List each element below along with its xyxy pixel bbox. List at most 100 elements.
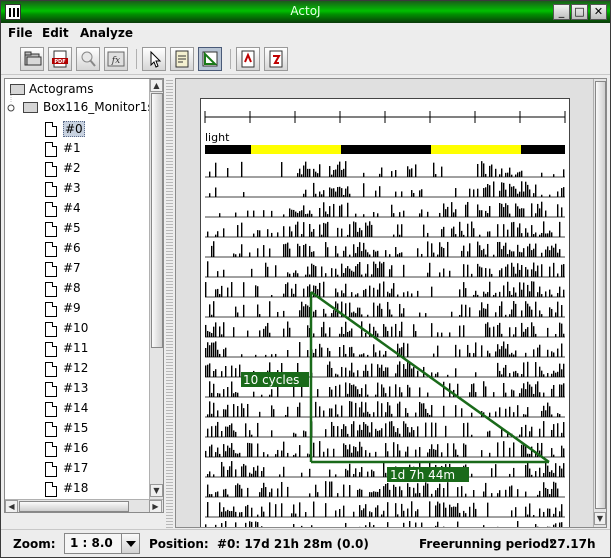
zoom-button[interactable] bbox=[76, 47, 100, 71]
tree-item-label: #10 bbox=[63, 321, 89, 335]
zoom-select[interactable]: 1 : 8.0 bbox=[64, 533, 140, 554]
activity-bar bbox=[253, 210, 255, 217]
activity-bar bbox=[267, 229, 269, 237]
menu-file[interactable]: File bbox=[8, 26, 33, 40]
minimize-button[interactable]: _ bbox=[553, 4, 570, 20]
activity-bar bbox=[441, 229, 443, 237]
activity-bar bbox=[277, 311, 279, 317]
activity-bar bbox=[367, 370, 369, 377]
activity-bar bbox=[403, 264, 405, 277]
chevron-down-icon[interactable] bbox=[121, 534, 139, 553]
activity-bar bbox=[443, 226, 445, 237]
panel-splitter[interactable] bbox=[166, 78, 173, 528]
measure-icon bbox=[202, 51, 218, 67]
activity-bar bbox=[313, 182, 315, 197]
activity-bar bbox=[517, 172, 519, 177]
activity-bar bbox=[435, 525, 437, 527]
activity-bar bbox=[363, 290, 365, 297]
activity-bar bbox=[511, 294, 513, 297]
activity-bar bbox=[505, 489, 507, 497]
activity-bar bbox=[463, 264, 465, 277]
activity-bar bbox=[271, 294, 273, 297]
activity-bar bbox=[451, 228, 453, 237]
report-button[interactable] bbox=[264, 47, 288, 71]
activity-bar bbox=[315, 171, 317, 177]
activity-bar bbox=[355, 266, 357, 277]
scroll-left-icon[interactable]: ◀ bbox=[5, 500, 18, 512]
tree-hscroll-thumb[interactable] bbox=[19, 501, 129, 512]
activity-bar bbox=[399, 361, 401, 377]
activity-bar bbox=[355, 294, 357, 297]
title-bar[interactable]: ActoJ _ □ ✕ bbox=[1, 1, 610, 23]
document-icon bbox=[45, 302, 57, 317]
document-tool-button[interactable] bbox=[170, 47, 194, 71]
activity-bar bbox=[387, 291, 389, 297]
activity-bar bbox=[349, 401, 351, 417]
activity-bar bbox=[359, 424, 361, 437]
tree-vertical-scrollbar[interactable]: ▲ ▼ bbox=[149, 79, 163, 499]
tree-scroll-thumb[interactable] bbox=[151, 93, 163, 348]
activity-bar bbox=[321, 194, 323, 197]
activity-bar bbox=[293, 272, 295, 277]
scroll-down-icon[interactable]: ▼ bbox=[150, 484, 163, 497]
activity-bar bbox=[415, 164, 417, 177]
activity-bar bbox=[455, 506, 457, 517]
activity-bar bbox=[377, 268, 379, 277]
activity-bar bbox=[485, 173, 487, 177]
activity-bar bbox=[485, 386, 487, 397]
tree-item-label: #6 bbox=[63, 241, 81, 255]
activity-bar bbox=[231, 282, 233, 297]
activity-bar bbox=[359, 242, 361, 257]
close-button[interactable]: ✕ bbox=[590, 4, 607, 20]
activity-bar bbox=[555, 312, 557, 317]
activity-bar bbox=[231, 423, 233, 437]
activity-bar bbox=[489, 452, 491, 457]
activity-bar bbox=[491, 273, 493, 277]
activity-bar bbox=[561, 432, 563, 437]
activity-bar bbox=[529, 243, 531, 257]
activity-bar bbox=[333, 203, 335, 217]
scroll-right-icon[interactable]: ▶ bbox=[149, 500, 162, 512]
canvas-vertical-scrollbar[interactable]: ▼ bbox=[593, 79, 606, 527]
actogram-paper[interactable]: light 10 cycles 1d 7h 44m bbox=[200, 98, 571, 528]
function-button[interactable]: fx bbox=[104, 47, 128, 71]
activity-bar bbox=[243, 304, 245, 317]
canvas-scroll-thumb[interactable] bbox=[595, 81, 606, 509]
activity-bar bbox=[379, 283, 381, 297]
tree-horizontal-scrollbar[interactable]: ◀ ▶ bbox=[5, 499, 163, 512]
activity-bar bbox=[549, 289, 551, 297]
activity-bar bbox=[209, 363, 211, 377]
scroll-up-icon[interactable]: ▲ bbox=[150, 79, 163, 92]
menu-edit[interactable]: Edit bbox=[42, 26, 69, 40]
activity-bar bbox=[333, 188, 335, 197]
activity-row bbox=[205, 261, 565, 278]
actogram-plot[interactable]: light 10 cycles 1d 7h 44m bbox=[201, 99, 571, 528]
activity-bar bbox=[225, 521, 227, 527]
activity-bar bbox=[483, 525, 485, 527]
activity-bar bbox=[487, 303, 489, 317]
maximize-button[interactable]: □ bbox=[571, 4, 588, 20]
activity-bar bbox=[227, 387, 229, 397]
pointer-tool-button[interactable] bbox=[142, 47, 166, 71]
measure-period-button[interactable] bbox=[198, 47, 222, 71]
activity-bar bbox=[241, 244, 243, 257]
scroll-down-icon[interactable]: ▼ bbox=[594, 512, 606, 525]
activity-bar bbox=[437, 254, 439, 257]
menu-analyze[interactable]: Analyze bbox=[80, 26, 133, 40]
activity-bar bbox=[303, 193, 305, 197]
activity-bar bbox=[389, 254, 391, 257]
activity-bar bbox=[513, 390, 515, 397]
open-button[interactable] bbox=[20, 47, 44, 71]
activity-bar bbox=[485, 323, 487, 337]
activity-bar bbox=[317, 173, 319, 177]
activity-bar bbox=[383, 261, 385, 277]
actogram-tree[interactable]: Actograms Box116_Monitor1s #0 #1 #2 #3 #4 #5 #… bbox=[4, 78, 164, 513]
activity-bar bbox=[459, 349, 461, 357]
activity-bar bbox=[465, 288, 467, 297]
export-pdf-button[interactable]: PDF bbox=[48, 47, 72, 71]
activity-bar bbox=[547, 349, 549, 357]
actogram-canvas[interactable]: light 10 cycles 1d 7h 44m ▼ bbox=[175, 78, 607, 528]
activity-bar bbox=[511, 186, 513, 197]
export-button[interactable] bbox=[236, 47, 260, 71]
activity-bar bbox=[553, 247, 555, 257]
